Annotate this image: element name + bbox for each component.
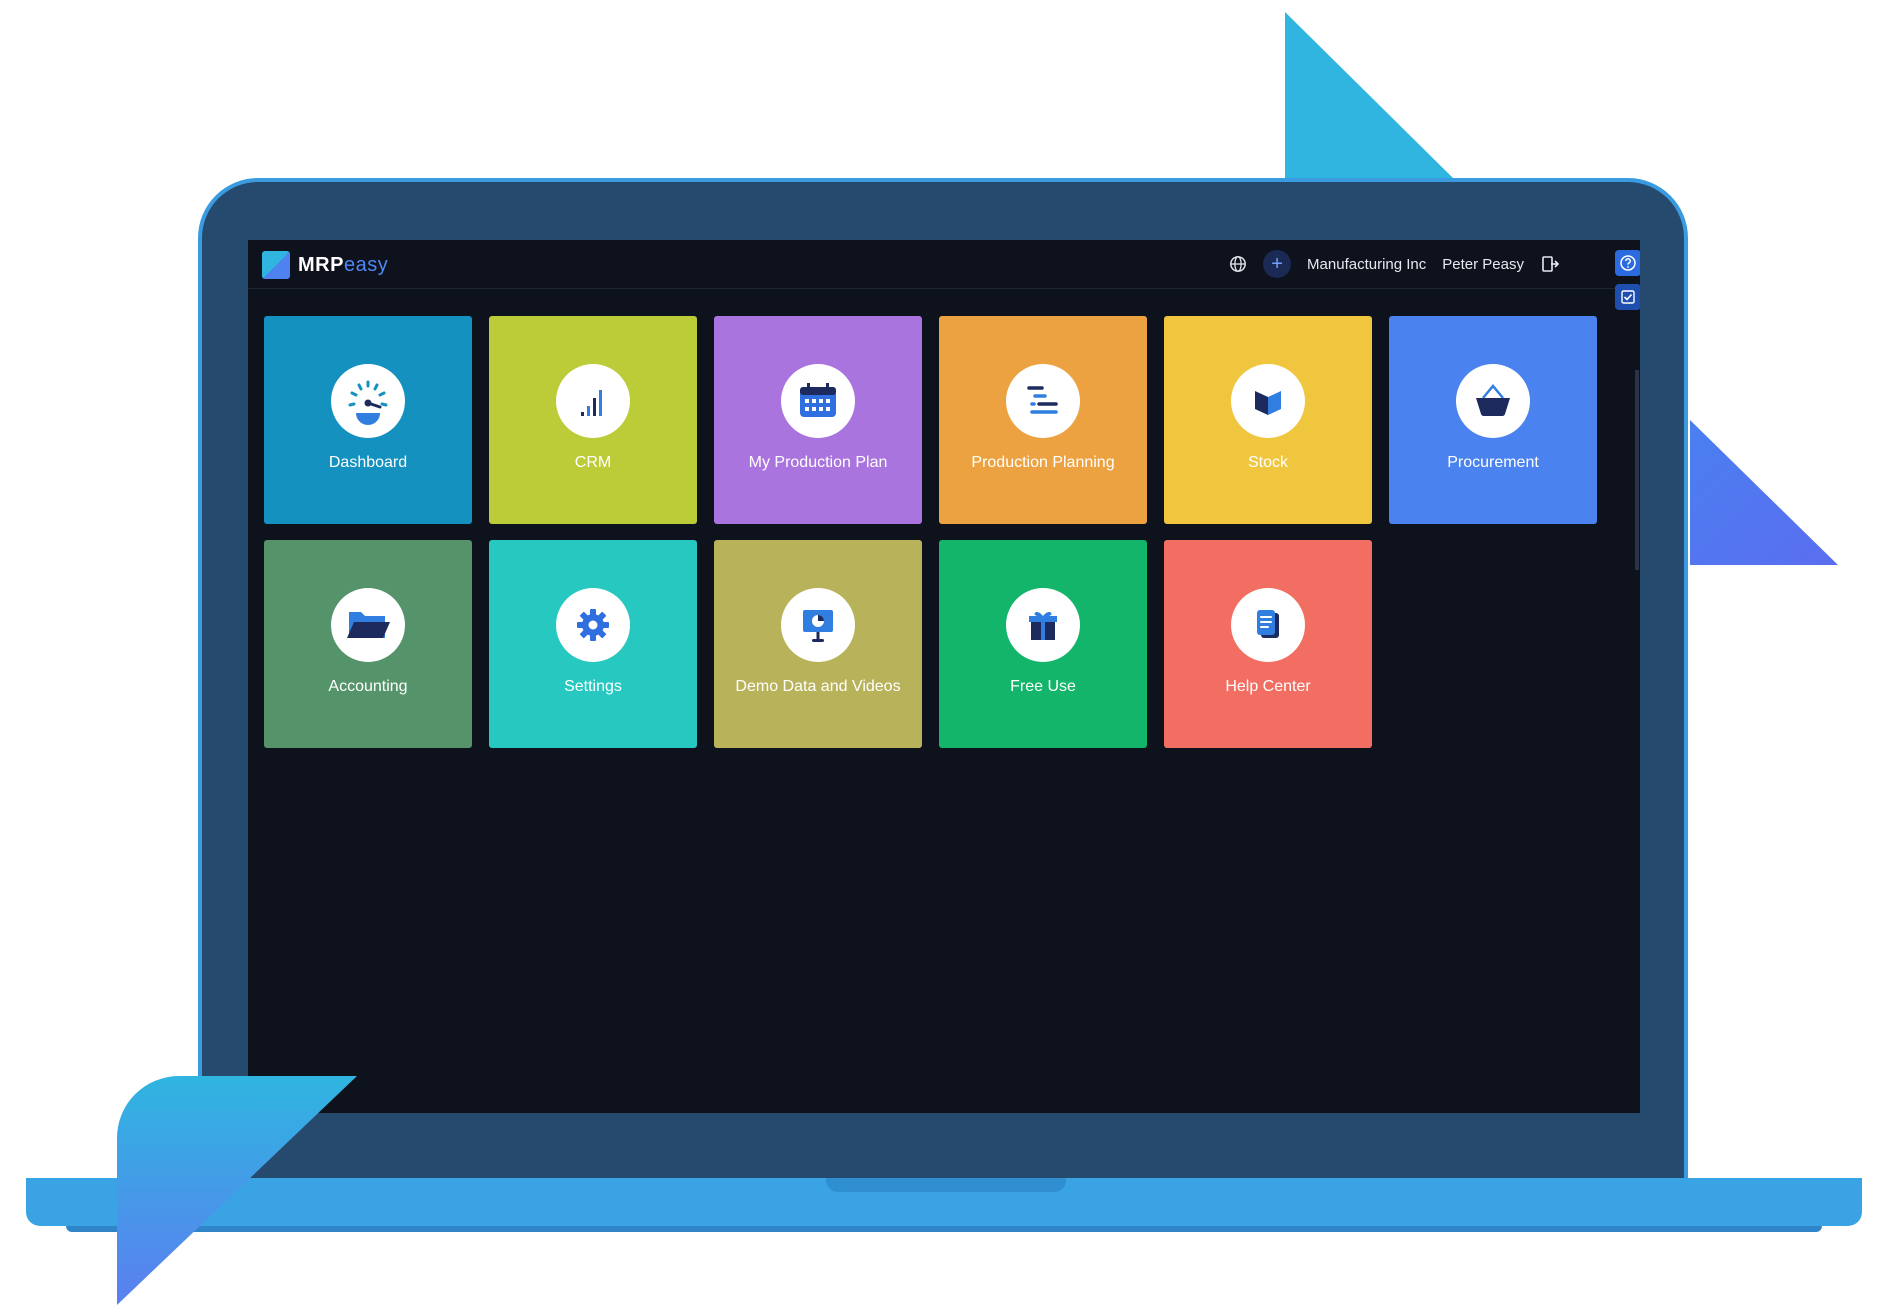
gradient-shape-bottom-left <box>117 1076 357 1305</box>
background-decoration-front <box>117 1076 357 1305</box>
